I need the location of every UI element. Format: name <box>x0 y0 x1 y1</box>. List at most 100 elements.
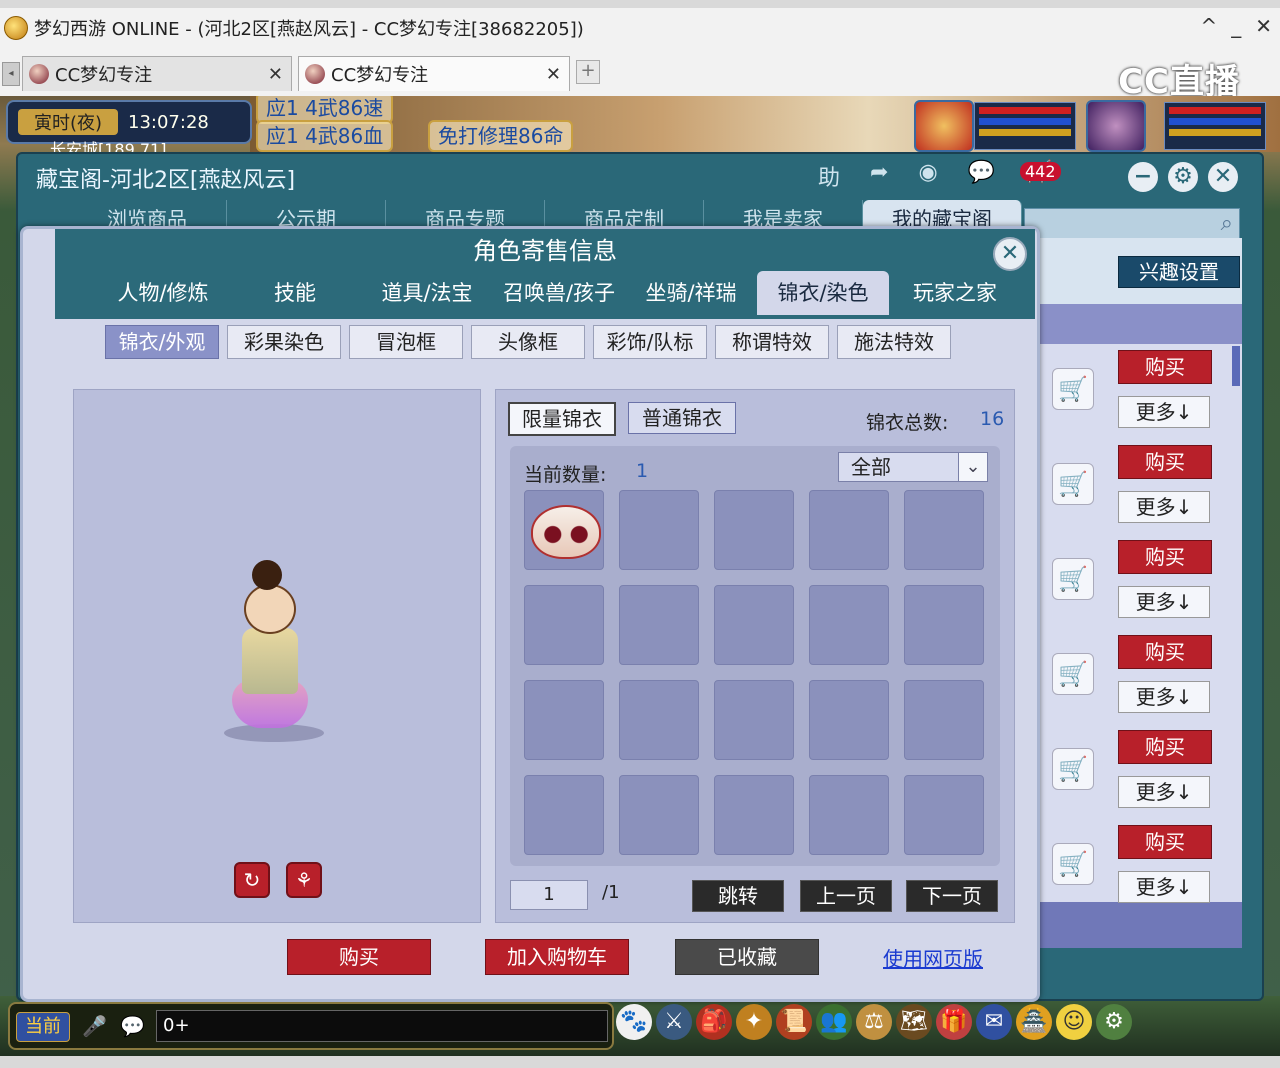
outfit-slot[interactable] <box>904 680 984 760</box>
chevron-down-icon[interactable]: ⌄ <box>958 453 987 481</box>
outfit-filter-select[interactable]: 全部 ⌄ <box>838 452 988 482</box>
message-icon[interactable]: 💬 <box>968 160 995 192</box>
list-scrollbar[interactable] <box>1232 346 1240 386</box>
more-button[interactable]: 更多↓ <box>1118 681 1210 713</box>
browser-tab-active[interactable]: CC梦幻专注 ✕ <box>298 56 570 91</box>
outfit-slot[interactable] <box>524 680 604 760</box>
tab-list-dropdown-icon[interactable]: ◂ <box>2 62 20 86</box>
microphone-icon[interactable]: 🎤 <box>82 1014 107 1038</box>
shop-search-input[interactable]: ⌕ <box>1024 208 1240 240</box>
tab-close-icon[interactable]: ✕ <box>546 64 561 85</box>
browser-tab[interactable]: CC梦幻专注 ✕ <box>22 56 292 91</box>
normal-outfit-button[interactable]: 普通锦衣 <box>628 402 736 434</box>
jump-button[interactable]: 跳转 <box>692 880 784 912</box>
task-icon[interactable]: 📜 <box>776 1004 812 1040</box>
attack-icon[interactable]: ⚔ <box>656 1004 692 1040</box>
help-button[interactable]: 助 <box>818 160 840 192</box>
gift-icon[interactable]: 🎁 <box>936 1004 972 1040</box>
buy-button[interactable]: 购买 <box>1118 445 1212 479</box>
close-icon[interactable]: ✕ <box>1208 162 1238 192</box>
outfit-slot[interactable] <box>904 585 984 665</box>
collapse-icon[interactable]: ^ <box>1200 14 1217 38</box>
outfit-slot[interactable] <box>619 490 699 570</box>
interest-settings-button[interactable]: 兴趣设置 <box>1118 256 1240 288</box>
tab-player-home[interactable]: 玩家之家 <box>889 271 1021 315</box>
subtab-avatar-frame[interactable]: 头像框 <box>471 325 585 359</box>
buy-button[interactable]: 购买 <box>1118 730 1212 764</box>
friend-icon[interactable]: ✉ <box>976 1004 1012 1040</box>
smile-icon[interactable]: ☺ <box>1056 1004 1092 1040</box>
chat-input[interactable]: 0+ <box>156 1010 608 1042</box>
map-icon[interactable]: 🗺 <box>896 1004 932 1040</box>
pose-icon[interactable]: ⚘ <box>286 862 322 898</box>
dialog-close-icon[interactable]: ✕ <box>993 237 1027 271</box>
buy-character-button[interactable]: 购买 <box>287 939 431 975</box>
limited-outfit-button[interactable]: 限量锦衣 <box>508 402 616 436</box>
skill-icon[interactable]: ✦ <box>736 1004 772 1040</box>
tab-mounts[interactable]: 坐骑/祥瑞 <box>625 271 757 315</box>
cart-icon[interactable]: 🛒 <box>1052 558 1094 600</box>
outfit-slot[interactable] <box>714 585 794 665</box>
outfit-slot[interactable] <box>619 775 699 855</box>
gang-icon[interactable]: 🏯 <box>1016 1004 1052 1040</box>
outfit-slot[interactable] <box>714 680 794 760</box>
pet-icon[interactable]: 🐾 <box>616 1004 652 1040</box>
subtab-outfit[interactable]: 锦衣/外观 <box>105 325 219 359</box>
more-button[interactable]: 更多↓ <box>1118 586 1210 618</box>
cart-icon[interactable]: 🛒 <box>1052 653 1094 695</box>
subtab-ornament[interactable]: 彩饰/队标 <box>593 325 707 359</box>
more-button[interactable]: 更多↓ <box>1118 871 1210 903</box>
outfit-slot[interactable] <box>904 490 984 570</box>
rotate-icon[interactable]: ↻ <box>234 862 270 898</box>
close-window-icon[interactable]: ✕ <box>1255 14 1272 38</box>
outfit-slot[interactable] <box>809 775 889 855</box>
minimize-icon[interactable]: _ <box>1231 14 1241 38</box>
outfit-slot[interactable] <box>809 490 889 570</box>
tab-outfits[interactable]: 锦衣/染色 <box>757 271 889 315</box>
tab-close-icon[interactable]: ✕ <box>268 64 283 85</box>
chat-channel-button[interactable]: 当前 <box>16 1012 70 1042</box>
outfit-slot[interactable] <box>809 585 889 665</box>
tab-items[interactable]: 道具/法宝 <box>361 271 493 315</box>
buy-button[interactable]: 购买 <box>1118 350 1212 384</box>
gear-icon[interactable]: ⚙ <box>1168 162 1198 192</box>
outfit-slot[interactable] <box>714 775 794 855</box>
more-button[interactable]: 更多↓ <box>1118 396 1210 428</box>
outfit-slot[interactable] <box>524 585 604 665</box>
favorited-button[interactable]: 已收藏 <box>675 939 819 975</box>
outfit-slot[interactable] <box>904 775 984 855</box>
share-icon[interactable]: ➦ <box>870 160 888 192</box>
subtab-dye[interactable]: 彩果染色 <box>227 325 341 359</box>
tab-skills[interactable]: 技能 <box>229 271 361 315</box>
next-page-button[interactable]: 下一页 <box>906 880 998 912</box>
minimize-icon[interactable]: − <box>1128 162 1158 192</box>
new-tab-icon[interactable]: + <box>576 60 600 84</box>
outfit-slot[interactable] <box>524 775 604 855</box>
use-web-version-link[interactable]: 使用网页版 <box>883 943 983 972</box>
pet-portrait[interactable] <box>1086 100 1146 152</box>
cart-icon[interactable]: 🛒 <box>1052 748 1094 790</box>
add-to-cart-button[interactable]: 加入购物车 <box>485 939 629 975</box>
outfit-slot[interactable] <box>619 585 699 665</box>
tab-pets[interactable]: 召唤兽/孩子 <box>493 271 625 315</box>
record-icon[interactable]: ◉ <box>918 160 937 192</box>
subtab-title-effect[interactable]: 称谓特效 <box>715 325 829 359</box>
tab-character[interactable]: 人物/修炼 <box>97 271 229 315</box>
emoji-icon[interactable]: 💬 <box>120 1014 145 1038</box>
subtab-bubble-frame[interactable]: 冒泡框 <box>349 325 463 359</box>
cart-icon[interactable]: 🛒 <box>1052 843 1094 885</box>
quest-tracker-3[interactable]: 免打修理86命 <box>428 120 574 152</box>
cart-icon[interactable]: 🛒 <box>1052 368 1094 410</box>
player-portrait[interactable] <box>914 100 974 152</box>
outfit-slot[interactable] <box>809 680 889 760</box>
buy-button[interactable]: 购买 <box>1118 635 1212 669</box>
more-button[interactable]: 更多↓ <box>1118 491 1210 523</box>
buy-button[interactable]: 购买 <box>1118 540 1212 574</box>
bag-icon[interactable]: 🎒 <box>696 1004 732 1040</box>
buy-button[interactable]: 购买 <box>1118 825 1212 859</box>
team-icon[interactable]: 👥 <box>816 1004 852 1040</box>
outfit-slot[interactable] <box>619 680 699 760</box>
prev-page-button[interactable]: 上一页 <box>800 880 892 912</box>
system-icon[interactable]: ⚙ <box>1096 1004 1132 1040</box>
cart-icon[interactable]: 🛒 <box>1052 463 1094 505</box>
